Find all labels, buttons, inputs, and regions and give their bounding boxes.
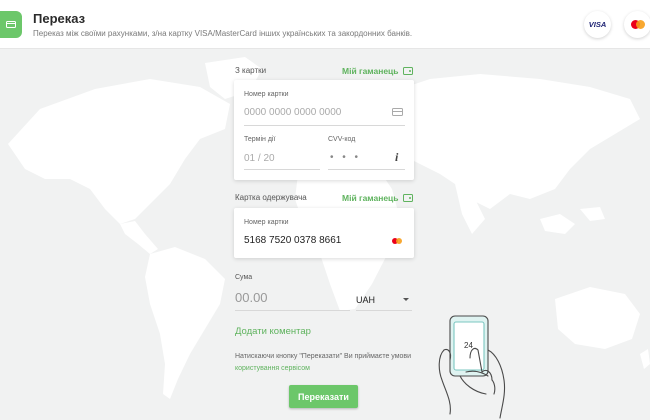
- to-card-number-input[interactable]: 5168 7520 0378 8661: [244, 235, 341, 246]
- terms-text-body: Натискаючи кнопку "Переказати" Ви прийма…: [235, 353, 412, 360]
- info-icon[interactable]: i: [395, 150, 398, 165]
- from-card-number-underline: [244, 125, 405, 126]
- hand-phone-illustration: 24: [438, 315, 506, 419]
- wallet-icon: [402, 67, 413, 75]
- mastercard-icon: [392, 238, 403, 244]
- cvv-underline: [328, 169, 405, 170]
- visa-logo: VISA: [584, 11, 611, 38]
- to-wallet-link-label: Мій гаманець: [342, 193, 399, 203]
- transfer-card-icon: [0, 11, 22, 38]
- add-comment-link[interactable]: Додати коментар: [235, 326, 311, 337]
- expiry-label: Термін дії: [244, 136, 276, 143]
- from-card-number-label: Номер картки: [244, 91, 289, 98]
- expiry-input[interactable]: 01 / 20: [244, 153, 275, 164]
- amount-input[interactable]: 00.00: [235, 290, 268, 305]
- currency-underline: [356, 310, 412, 311]
- mastercard-logo: [624, 11, 650, 38]
- amount-label: Сума: [235, 274, 253, 281]
- chevron-down-icon[interactable]: [403, 298, 409, 301]
- header-bar: Переказ Переказ між своїми рахунками, з/…: [0, 0, 650, 49]
- transfer-button[interactable]: Переказати: [289, 385, 358, 408]
- from-card-form: Номер картки 0000 0000 0000 0000 Термін …: [234, 80, 414, 180]
- card-icon: [392, 108, 403, 116]
- from-card-number-input[interactable]: 0000 0000 0000 0000: [244, 107, 341, 118]
- cvv-input[interactable]: • • •: [330, 152, 361, 163]
- terms-link[interactable]: користування сервісом: [235, 365, 310, 372]
- to-card-form: Номер картки 5168 7520 0378 8661: [234, 208, 414, 258]
- wallet-icon: [402, 194, 413, 202]
- page-subtitle: Переказ між своїми рахунками, з/на картк…: [33, 29, 413, 38]
- from-wallet-link[interactable]: Мій гаманець: [342, 66, 413, 76]
- page-title: Переказ: [33, 11, 86, 26]
- from-wallet-link-label: Мій гаманець: [342, 66, 399, 76]
- amount-underline: [235, 310, 350, 311]
- phone-screen-text: 24: [464, 341, 473, 350]
- to-card-number-label: Номер картки: [244, 219, 289, 226]
- to-wallet-link[interactable]: Мій гаманець: [342, 193, 413, 203]
- currency-select[interactable]: UAH: [356, 295, 375, 305]
- to-card-label: Картка одержувача: [235, 193, 307, 202]
- from-card-label: З картки: [235, 66, 267, 75]
- expiry-underline: [244, 169, 320, 170]
- terms-text: Натискаючи кнопку "Переказати" Ви прийма…: [235, 351, 425, 375]
- cvv-label: CVV-код: [328, 136, 356, 143]
